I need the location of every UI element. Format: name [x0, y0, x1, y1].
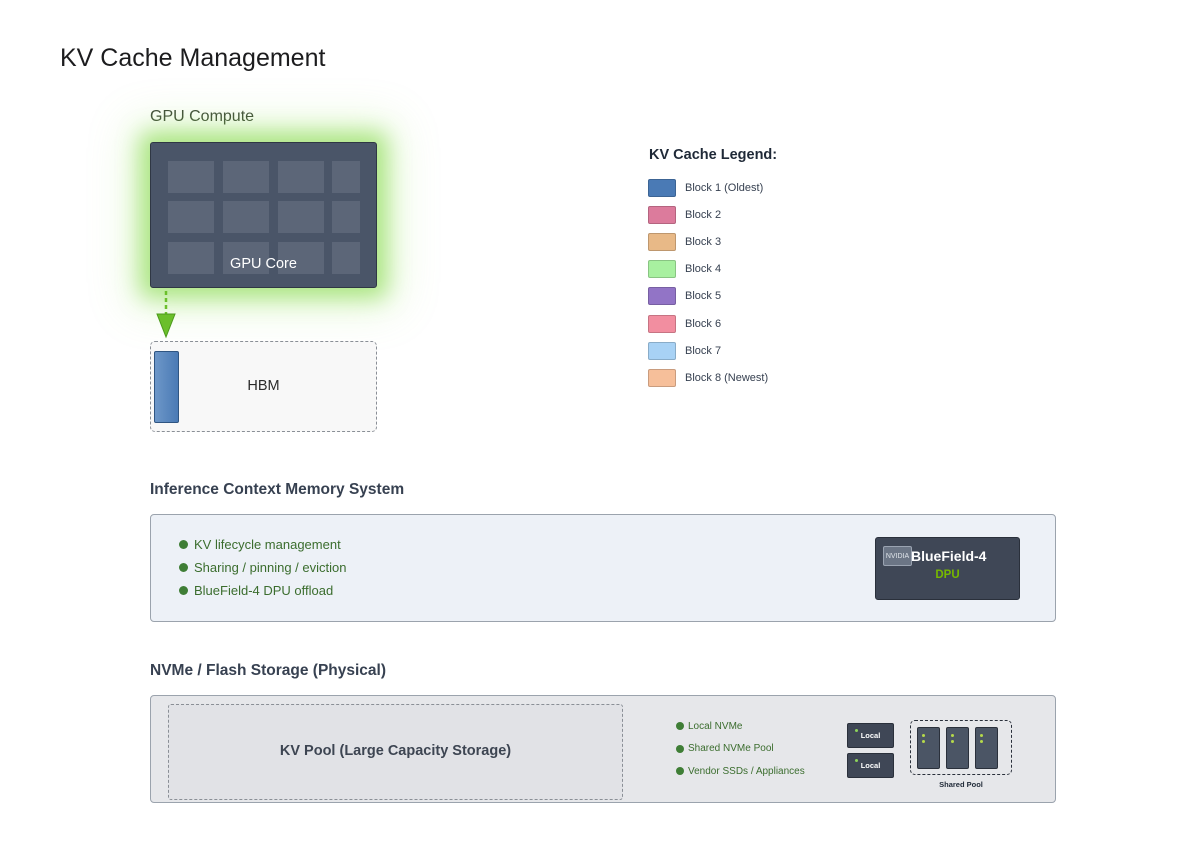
list-item: Vendor SSDs / Appliances	[676, 760, 805, 783]
dpu-type: DPU	[935, 569, 960, 581]
shared-drive-icon	[975, 727, 998, 769]
gpu-core-chip: GPU Core	[150, 142, 377, 288]
gpu-core-cell	[278, 161, 324, 193]
local-drive-label: Local	[860, 761, 881, 770]
gpu-core-cell	[168, 161, 214, 193]
local-drive-label: Local	[860, 731, 881, 740]
gpu-core-cell	[168, 201, 214, 233]
legend-item: Block 3	[648, 233, 722, 252]
list-item-text: Vendor SSDs / Appliances	[688, 765, 805, 777]
gpu-core-cell	[223, 161, 269, 193]
legend-item: Block 5	[648, 287, 722, 306]
list-item: Sharing / pinning / eviction	[179, 556, 346, 579]
dpu-name: BlueField-4	[911, 548, 987, 564]
legend-label: Block 1 (Oldest)	[685, 182, 764, 194]
local-nvme-drive: Local	[847, 753, 894, 778]
legend-swatch	[648, 368, 676, 387]
bullet-dot-icon	[676, 767, 684, 776]
page-title: KV Cache Management	[60, 44, 326, 72]
local-nvme-drive: Local	[847, 723, 894, 748]
kv-pool: KV Pool (Large Capacity Storage)	[168, 704, 623, 800]
icms-section-label: Inference Context Memory System	[150, 481, 405, 498]
legend-title: KV Cache Legend:	[649, 147, 778, 163]
legend-label: Block 8 (Newest)	[685, 371, 769, 384]
bullet-dot-icon	[179, 540, 188, 549]
bullet-dot-icon	[179, 563, 188, 572]
icms-feature-list: KV lifecycle management Sharing / pinnin…	[179, 533, 346, 602]
legend-item: Block 2	[648, 206, 722, 225]
nvme-panel: KV Pool (Large Capacity Storage) Local N…	[150, 695, 1056, 803]
shared-drive-icon	[917, 727, 940, 769]
list-item-text: KV lifecycle management	[194, 537, 341, 552]
legend-label: Block 2	[685, 209, 722, 222]
legend-item: Block 8 (Newest)	[648, 368, 769, 387]
list-item-text: Sharing / pinning / eviction	[194, 560, 347, 575]
kv-pool-label: KV Pool (Large Capacity Storage)	[279, 743, 512, 759]
bullet-dot-icon	[179, 586, 188, 595]
hbm-label: HBM	[247, 378, 280, 394]
gpu-core-cell	[278, 201, 324, 233]
legend-swatch	[648, 314, 676, 333]
nvidia-logo-icon: NVIDIA	[883, 546, 912, 566]
list-item: Local NVMe	[676, 715, 805, 738]
legend-label: Block 3	[685, 236, 722, 249]
list-item-text: Shared NVMe Pool	[688, 743, 774, 755]
gpu-core-cell	[332, 161, 360, 193]
icms-panel: KV lifecycle management Sharing / pinnin…	[150, 514, 1056, 622]
legend-swatch	[648, 341, 676, 360]
gpu-core-label: GPU Core	[230, 256, 297, 272]
list-item: BlueField-4 DPU offload	[179, 579, 346, 602]
gpu-core-cell	[332, 201, 360, 233]
legend-item: Block 6	[648, 314, 722, 333]
shared-pool-label: Shared Pool	[939, 780, 983, 789]
bullet-dot-icon	[676, 722, 684, 731]
legend-label: Block 5	[685, 290, 722, 303]
list-item: KV lifecycle management	[179, 533, 346, 556]
legend-swatch	[648, 206, 676, 225]
hbm-memory: HBM	[150, 341, 377, 432]
bluefield-dpu-card: NVIDIA BlueField-4 DPU	[875, 537, 1020, 600]
list-item-text: BlueField-4 DPU offload	[194, 583, 334, 598]
legend-item: Block 4	[648, 260, 722, 279]
legend-label: Block 4	[685, 263, 722, 276]
legend-item: Block 7	[648, 341, 722, 360]
list-item-text: Local NVMe	[688, 720, 743, 732]
list-item: Shared NVMe Pool	[676, 738, 805, 761]
legend-item: Block 1 (Oldest)	[648, 179, 763, 197]
legend-label: Block 7	[685, 344, 722, 357]
legend-swatch	[648, 233, 676, 252]
legend-label: Block 6	[685, 317, 722, 330]
shared-pool-enclosure	[910, 720, 1012, 775]
legend-swatch	[648, 179, 676, 197]
legend-swatch	[648, 260, 676, 279]
legend-swatch	[648, 287, 676, 306]
gpu-to-hbm-arrow	[156, 291, 176, 339]
gpu-section-label: GPU Compute	[150, 108, 255, 125]
nvme-option-list: Local NVMe Shared NVMe Pool Vendor SSDs …	[676, 715, 805, 783]
nvme-section-label: NVMe / Flash Storage (Physical)	[150, 662, 387, 679]
bullet-dot-icon	[676, 744, 684, 753]
shared-drive-icon	[946, 727, 969, 769]
gpu-core-cell	[223, 201, 269, 233]
